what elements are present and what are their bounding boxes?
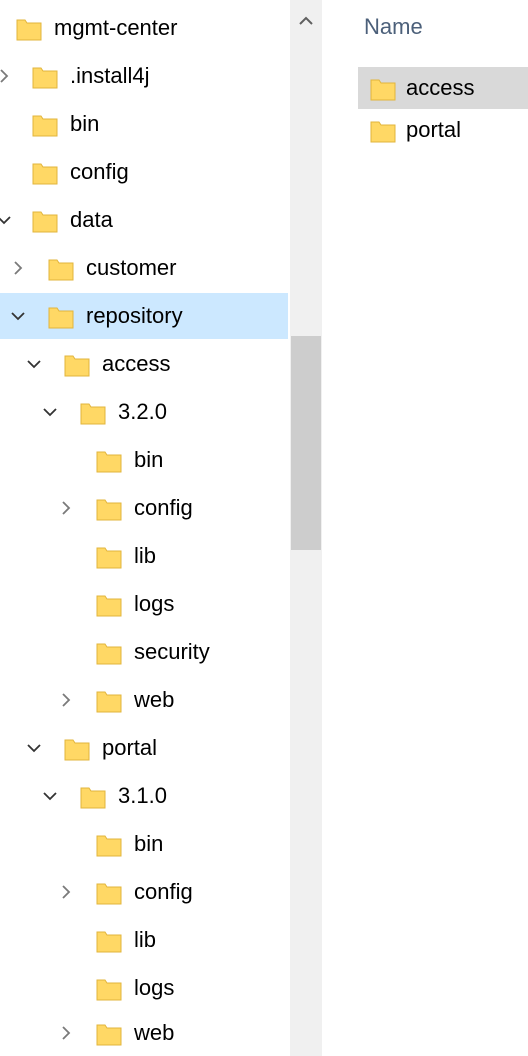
tree-item-label: repository [86, 303, 183, 328]
chevron-down-icon[interactable] [40, 773, 60, 819]
tree-item-3-1-0[interactable]: 3.1.0 [0, 773, 288, 819]
file-item-access[interactable]: access [358, 67, 528, 109]
folder-icon [32, 67, 58, 89]
chevron-down-icon[interactable] [8, 293, 28, 339]
folder-icon [96, 643, 122, 665]
tree-item-label: data [70, 207, 113, 232]
folder-icon [96, 979, 122, 1001]
tree-item-data[interactable]: data [0, 197, 288, 243]
chevron-right-icon[interactable] [8, 245, 28, 291]
tree-item-logs[interactable]: logs [0, 965, 288, 1011]
tree-item-access[interactable]: access [0, 341, 288, 387]
tree-item-label: .install4j [70, 63, 150, 88]
chevron-down-icon[interactable] [0, 197, 14, 243]
tree-item-3-2-0[interactable]: 3.2.0 [0, 389, 288, 435]
chevron-down-icon[interactable] [24, 341, 44, 387]
chevron-right-icon[interactable] [0, 53, 14, 99]
tree-item-label: 3.2.0 [118, 399, 167, 424]
tree-item-label: lib [134, 543, 157, 568]
folder-icon [32, 115, 58, 137]
column-header-name[interactable]: Name [364, 14, 423, 40]
folder-icon [96, 883, 122, 905]
tree-item-bin[interactable]: bin [0, 101, 288, 147]
tree-item-label: logs [134, 591, 175, 616]
tree-item-label: bin [134, 447, 164, 472]
tree-item-label: security [134, 639, 210, 664]
tree-item-mgmt-center[interactable]: mgmt-center [0, 5, 288, 51]
scroll-up-arrow-icon[interactable] [290, 0, 322, 42]
folder-icon [96, 499, 122, 521]
folder-icon [32, 211, 58, 233]
folder-icon [96, 835, 122, 857]
content-pane: Name access portal [322, 0, 528, 1056]
tree-item-customer[interactable]: customer [0, 245, 288, 291]
tree-item-label: web [134, 1020, 175, 1045]
folder-icon [64, 739, 90, 761]
tree-item-bin[interactable]: bin [0, 821, 288, 867]
folder-icon [64, 355, 90, 377]
tree-item-label: logs [134, 975, 175, 1000]
tree-item-web[interactable]: web [0, 1010, 288, 1056]
folder-icon [96, 1024, 122, 1046]
folder-icon [370, 121, 396, 143]
tree-item-web[interactable]: web [0, 677, 288, 723]
tree-item-label: bin [134, 831, 164, 856]
folder-icon [370, 79, 396, 101]
folder-icon [80, 787, 106, 809]
folder-icon [96, 451, 122, 473]
tree-item-logs[interactable]: logs [0, 581, 288, 627]
tree-item-label: access [102, 351, 171, 376]
chevron-down-icon[interactable] [24, 725, 44, 771]
tree-item-install4j[interactable]: .install4j [0, 53, 288, 99]
scrollbar-thumb[interactable] [291, 336, 321, 550]
chevron-right-icon[interactable] [56, 677, 76, 723]
vertical-scrollbar[interactable] [290, 0, 322, 1056]
tree-item-security[interactable]: security [0, 629, 288, 675]
navigation-pane: mgmt-center .install4j bin config data c… [0, 0, 288, 1056]
file-item-label: access [406, 75, 475, 100]
chevron-right-icon[interactable] [56, 1010, 76, 1056]
folder-icon [96, 691, 122, 713]
tree-item-lib[interactable]: lib [0, 917, 288, 963]
folder-icon [48, 307, 74, 329]
tree-item-label: bin [70, 111, 100, 136]
folder-icon [48, 259, 74, 281]
tree-item-config[interactable]: config [0, 149, 288, 195]
tree-item-bin[interactable]: bin [0, 437, 288, 483]
tree-item-label: config [134, 495, 193, 520]
tree-item-label: portal [102, 735, 158, 760]
tree-item-repository[interactable]: repository [0, 293, 288, 339]
folder-icon [96, 595, 122, 617]
chevron-right-icon[interactable] [56, 869, 76, 915]
tree-item-label: customer [86, 255, 177, 280]
tree-item-config[interactable]: config [0, 869, 288, 915]
tree-item-label: web [134, 687, 175, 712]
folder-icon [80, 403, 106, 425]
tree-item-config[interactable]: config [0, 485, 288, 531]
chevron-right-icon[interactable] [56, 485, 76, 531]
tree-item-label: lib [134, 927, 157, 952]
folder-icon [96, 931, 122, 953]
file-item-portal[interactable]: portal [358, 109, 528, 151]
tree-item-label: config [134, 879, 193, 904]
tree-item-label: config [70, 159, 129, 184]
tree-item-portal[interactable]: portal [0, 725, 288, 771]
tree-item-label: 3.1.0 [118, 783, 167, 808]
folder-icon [16, 19, 42, 41]
chevron-down-icon[interactable] [40, 389, 60, 435]
tree-item-label: mgmt-center [54, 15, 178, 40]
folder-icon [96, 547, 122, 569]
folder-icon [32, 163, 58, 185]
file-item-label: portal [406, 117, 462, 142]
tree-item-lib[interactable]: lib [0, 533, 288, 579]
file-explorer: mgmt-center .install4j bin config data c… [0, 0, 528, 1056]
